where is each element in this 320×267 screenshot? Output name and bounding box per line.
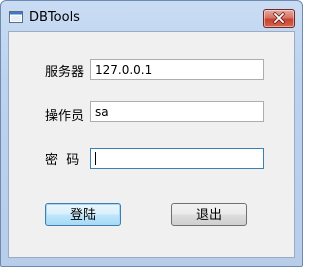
text-caret <box>95 152 96 165</box>
title-bar[interactable]: DBTools <box>1 1 302 31</box>
close-button[interactable] <box>263 9 295 28</box>
server-label: 服务器 <box>45 65 85 80</box>
server-input[interactable] <box>90 59 264 80</box>
operator-label: 操作员 <box>45 109 85 124</box>
close-icon <box>272 11 286 25</box>
form-panel: 服务器 操作员 密 码 登陆 退出 <box>8 31 295 258</box>
login-button[interactable]: 登陆 <box>45 203 121 226</box>
password-input[interactable] <box>90 148 264 169</box>
password-label: 密 码 <box>45 153 80 168</box>
app-icon <box>9 11 23 23</box>
window-title: DBTools <box>29 10 80 25</box>
operator-input[interactable] <box>90 101 264 122</box>
login-window: DBTools 服务器 操作员 密 码 登陆 退出 <box>0 0 303 267</box>
exit-button[interactable]: 退出 <box>171 203 247 226</box>
